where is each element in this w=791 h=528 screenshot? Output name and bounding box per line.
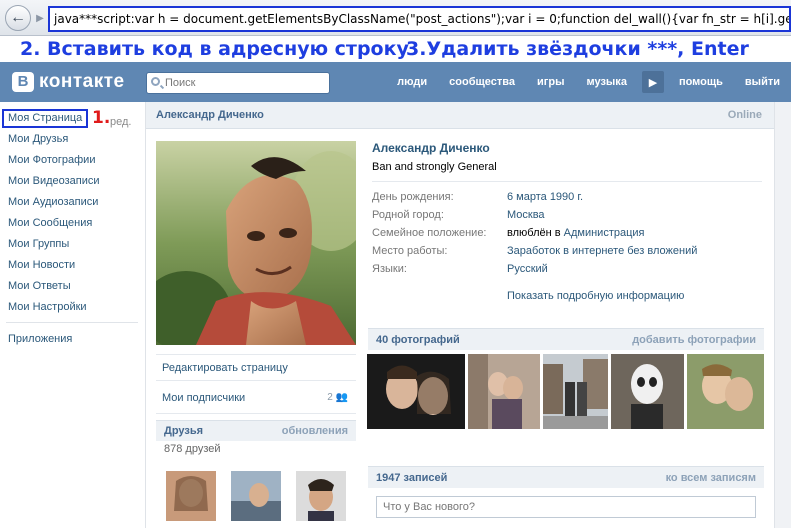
search-placeholder: Поиск (165, 77, 196, 89)
friend-avatar[interactable] (296, 471, 346, 521)
friends-updates-link[interactable]: обновления (282, 425, 348, 437)
info-value: влюблён в Администрация (507, 224, 645, 242)
instruction-step-3: 3.Удалить звёздочки ***, Enter (406, 38, 749, 60)
photos-header: 40 фотографий добавить фотографии (368, 328, 764, 350)
friend-avatar[interactable] (166, 471, 216, 521)
online-status: Online (727, 109, 762, 121)
site-header: В контакте Поиск люди сообщества игры му… (0, 62, 791, 102)
profile-header-name: Александр Диченко (156, 109, 264, 121)
search-icon (151, 77, 160, 86)
menu-item-audio[interactable]: Мои Аудиозаписи (0, 192, 140, 213)
search-input[interactable]: Поиск (146, 72, 330, 94)
subscribers-link[interactable]: Мои подписчики 2 👥 (156, 380, 356, 414)
info-label: Семейное положение: (372, 227, 487, 239)
profile-status[interactable]: Ban and strongly General (372, 161, 762, 173)
nav-games[interactable]: игры (526, 76, 575, 88)
info-row-work: Место работы: Заработок в интернете без … (372, 242, 762, 260)
menu-item-groups[interactable]: Мои Группы (0, 234, 140, 255)
info-value-link[interactable]: Русский (507, 260, 548, 278)
address-bar[interactable]: java***script:var h = document.getElemen… (48, 6, 791, 32)
add-photos-link[interactable]: добавить фотографии (632, 334, 756, 346)
menu-item-answers[interactable]: Мои Ответы (0, 276, 140, 297)
info-value-text: влюблён в (507, 227, 564, 239)
menu-item-apps[interactable]: Приложения (0, 329, 140, 350)
menu-item-my-page[interactable]: Моя Страница 1. ред. (0, 108, 140, 129)
instruction-step-2: 2. Вставить код в адресную строку (20, 38, 409, 60)
left-menu: Моя Страница 1. ред. Мои Друзья Мои Фото… (0, 108, 140, 350)
profile-info: Александр Диченко Ban and strongly Gener… (372, 141, 762, 302)
subscribers-count: 2 👥 (327, 392, 348, 403)
nav-music[interactable]: музыка (575, 76, 637, 88)
info-label: Языки: (372, 263, 407, 275)
main-area: Моя Страница 1. ред. Мои Друзья Мои Фото… (0, 102, 791, 528)
instruction-banner: 2. Вставить код в адресную строку 3.Удал… (0, 36, 791, 62)
back-arrow-icon[interactable]: ← (5, 5, 31, 31)
vk-logo[interactable]: В контакте (12, 71, 125, 93)
info-value-link[interactable]: Заработок в интернете без вложений (507, 242, 697, 260)
photo-thumb[interactable] (468, 354, 540, 429)
friends-header: Друзья обновления (156, 420, 356, 441)
profile-avatar[interactable] (156, 141, 356, 345)
photo-thumb[interactable] (543, 354, 608, 429)
vk-logo-text: контакте (39, 71, 125, 92)
info-row-relationship: Семейное положение: влюблён в Администра… (372, 224, 762, 242)
nav-logout[interactable]: выйти (734, 76, 791, 88)
nav-help[interactable]: помощь (668, 76, 734, 88)
info-label: Родной город: (372, 209, 444, 221)
info-row-hometown: Родной город: Москва (372, 206, 762, 224)
subscribers-label: Мои подписчики (162, 392, 246, 404)
play-icon[interactable]: ▶ (641, 71, 664, 93)
photo-thumb[interactable] (687, 354, 764, 429)
menu-item-news[interactable]: Мои Новости (0, 255, 140, 276)
profile-header: Александр Диченко Online (146, 102, 774, 129)
menu-item-videos[interactable]: Мои Видеозаписи (0, 171, 140, 192)
browser-toolbar: ← ▶ java***script:var h = document.getEl… (0, 0, 791, 36)
highlight-box (2, 109, 88, 128)
all-posts-link[interactable]: ко всем записям (666, 472, 756, 484)
edit-page-link[interactable]: Редактировать страницу (156, 354, 356, 380)
wall-header: 1947 записей ко всем записям (368, 466, 764, 488)
menu-item-photos[interactable]: Мои Фотографии (0, 150, 140, 171)
menu-item-settings[interactable]: Мои Настройки (0, 297, 140, 318)
info-label: День рождения: (372, 191, 454, 203)
vk-logo-icon: В (12, 72, 34, 92)
left-column: Моя Страница 1. ред. Мои Друзья Мои Фото… (0, 102, 145, 528)
info-row-birthday: День рождения: 6 марта 1990 г. (372, 188, 762, 206)
profile-full-name: Александр Диченко (372, 141, 490, 155)
info-value-link[interactable]: 6 марта 1990 г. (507, 188, 583, 206)
divider (372, 181, 762, 182)
top-nav: люди сообщества игры музыка ▶ помощь вый… (386, 62, 791, 102)
photo-thumb[interactable] (367, 354, 465, 429)
forward-arrow-icon[interactable]: ▶ (33, 11, 47, 25)
menu-divider (6, 322, 138, 323)
menu-item-messages[interactable]: Мои Сообщения (0, 213, 140, 234)
show-more-info-link[interactable]: Показать подробную информацию (507, 290, 762, 302)
info-value-link[interactable]: Администрация (564, 227, 645, 239)
friends-count: 878 друзей (164, 443, 221, 455)
step-1-marker: 1. (92, 108, 111, 128)
friends-title[interactable]: Друзья (164, 425, 203, 437)
wall-title[interactable]: 1947 записей (376, 472, 447, 484)
nav-people[interactable]: люди (386, 76, 438, 88)
photo-thumb[interactable] (611, 354, 684, 429)
nav-communities[interactable]: сообщества (438, 76, 526, 88)
edit-link[interactable]: ред. (110, 112, 131, 133)
info-label: Место работы: (372, 245, 448, 257)
info-value-link[interactable]: Москва (507, 206, 545, 224)
info-row-languages: Языки: Русский (372, 260, 762, 278)
photos-title[interactable]: 40 фотографий (376, 334, 460, 346)
wall-post-input[interactable]: Что у Вас нового? (376, 496, 756, 518)
profile-panel: Александр Диченко Online Редактировать с… (145, 102, 775, 528)
friend-avatar[interactable] (231, 471, 281, 521)
